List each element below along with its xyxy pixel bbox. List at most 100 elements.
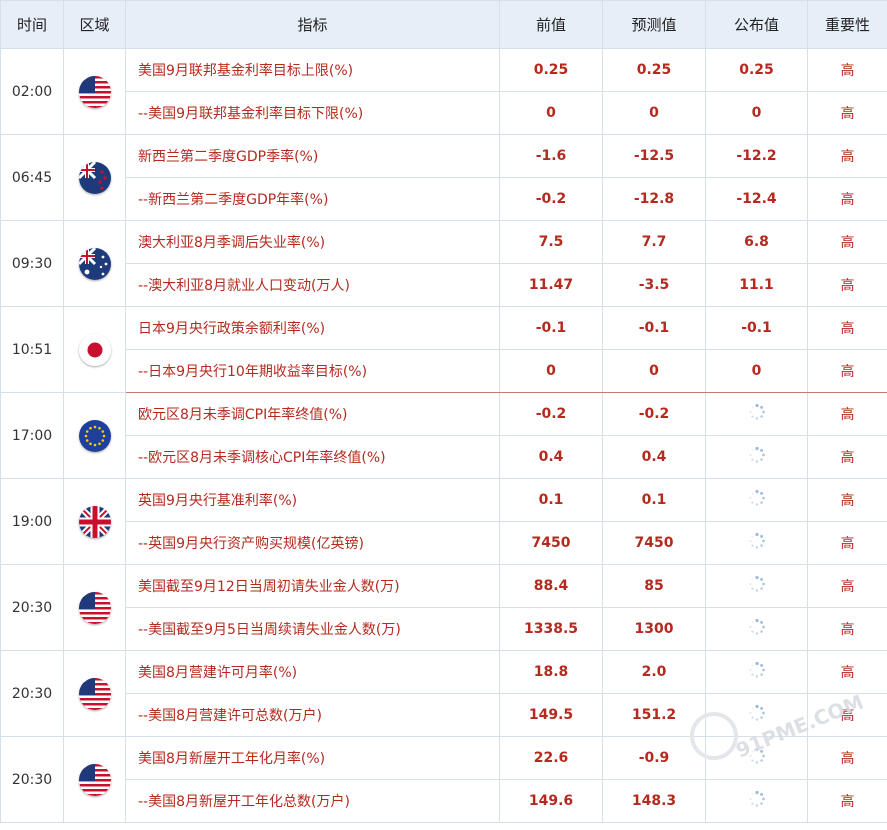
table-row[interactable]: 06:45 新西兰第二季度GDP季率(%) -1.6 -12.5 -12.2 高: [0, 134, 887, 221]
loading-spinner-icon: [748, 446, 766, 464]
indicator-name[interactable]: 美国8月新屋开工年化月率(%): [125, 736, 500, 780]
indicator-name[interactable]: 欧元区8月未季调CPI年率终值(%): [125, 392, 500, 436]
previous-value: 88.4: [499, 564, 603, 608]
loading-spinner-icon: [748, 704, 766, 722]
actual-value: [705, 779, 808, 823]
actual-value: [705, 607, 808, 651]
actual-value: 0: [705, 349, 808, 393]
actual-value: -12.2: [705, 134, 808, 178]
indicator-name[interactable]: --美国9月联邦基金利率目标下限(%): [125, 91, 500, 135]
actual-value: [705, 392, 808, 436]
actual-value: 11.1: [705, 263, 808, 307]
forecast-value: 7450: [602, 521, 706, 565]
table-row[interactable]: --日本9月央行10年期收益率目标(%) 0 0 0 高: [1, 349, 887, 393]
header-time: 时间: [0, 0, 64, 49]
indicator-name[interactable]: 日本9月央行政策余额利率(%): [125, 306, 500, 350]
event-time: 17:00: [0, 392, 64, 479]
importance-level: 高: [807, 650, 887, 694]
loading-spinner-icon: [748, 661, 766, 679]
indicator-name[interactable]: --新西兰第二季度GDP年率(%): [125, 177, 500, 221]
previous-value: 0: [499, 91, 603, 135]
actual-value: 0: [705, 91, 808, 135]
table-row[interactable]: --美国8月营建许可总数(万户) 149.5 151.2 高: [1, 693, 887, 737]
indicator-name[interactable]: 美国8月营建许可月率(%): [125, 650, 500, 694]
loading-spinner-icon: [748, 489, 766, 507]
forecast-value: -12.5: [602, 134, 706, 178]
indicator-name[interactable]: --日本9月央行10年期收益率目标(%): [125, 349, 500, 393]
table-row[interactable]: 20:30 美国8月营建许可月率(%) 18.8 2.0 高: [0, 650, 887, 737]
previous-value: 22.6: [499, 736, 603, 780]
table-row[interactable]: 20:30 美国截至9月12日当周初请失业金人数(万) 88.4 85 高: [0, 564, 887, 651]
us-flag-icon: [78, 75, 111, 108]
region-cell: [63, 564, 126, 651]
previous-value: 7.5: [499, 220, 603, 264]
forecast-value: 2.0: [602, 650, 706, 694]
actual-value: [705, 521, 808, 565]
importance-level: 高: [807, 177, 887, 221]
table-row[interactable]: --澳大利亚8月就业人口变动(万人) 11.47 -3.5 11.1 高: [1, 263, 887, 307]
indicator-name[interactable]: --美国截至9月5日当周续请失业金人数(万): [125, 607, 500, 651]
previous-value: 0.1: [499, 478, 603, 522]
forecast-value: 85: [602, 564, 706, 608]
event-time: 19:00: [0, 478, 64, 565]
indicator-name[interactable]: 澳大利亚8月季调后失业率(%): [125, 220, 500, 264]
table-row[interactable]: --美国9月联邦基金利率目标下限(%) 0 0 0 高: [1, 91, 887, 135]
table-row[interactable]: 10:51 日本9月央行政策余额利率(%) -0.1 -0.1 -0.1 高: [0, 306, 887, 393]
table-row[interactable]: --美国8月新屋开工年化总数(万户) 149.6 148.3 高: [1, 779, 887, 823]
forecast-value: -3.5: [602, 263, 706, 307]
actual-value: [705, 564, 808, 608]
importance-level: 高: [807, 91, 887, 135]
actual-value: 6.8: [705, 220, 808, 264]
loading-spinner-icon: [748, 790, 766, 808]
table-row[interactable]: --美国截至9月5日当周续请失业金人数(万) 1338.5 1300 高: [1, 607, 887, 651]
importance-level: 高: [807, 220, 887, 264]
table-row[interactable]: --欧元区8月未季调核心CPI年率终值(%) 0.4 0.4 高: [1, 435, 887, 479]
jp-flag-icon: [78, 333, 111, 366]
previous-value: 11.47: [499, 263, 603, 307]
previous-value: -1.6: [499, 134, 603, 178]
us-flag-icon: [78, 763, 111, 796]
table-row[interactable]: 09:30 澳大利亚8月季调后失业率(%) 7.5 7.7 6.8 高: [0, 220, 887, 307]
previous-value: 149.5: [499, 693, 603, 737]
indicator-name[interactable]: 美国9月联邦基金利率目标上限(%): [125, 48, 500, 92]
region-cell: [63, 306, 126, 393]
previous-value: -0.1: [499, 306, 603, 350]
region-cell: [63, 48, 126, 135]
importance-level: 高: [807, 349, 887, 393]
importance-level: 高: [807, 48, 887, 92]
table-row[interactable]: 19:00 英国9月央行基准利率(%) 0.1 0.1 高: [0, 478, 887, 565]
importance-level: 高: [807, 306, 887, 350]
importance-level: 高: [807, 478, 887, 522]
importance-level: 高: [807, 134, 887, 178]
table-row[interactable]: 02:00 美国9月联邦基金利率目标上限(%) 0.25 0.25 0.25 高: [0, 48, 887, 135]
header-importance: 重要性: [807, 0, 887, 49]
importance-level: 高: [807, 392, 887, 436]
previous-value: 0: [499, 349, 603, 393]
previous-value: -0.2: [499, 177, 603, 221]
forecast-value: -12.8: [602, 177, 706, 221]
forecast-value: 1300: [602, 607, 706, 651]
nz-flag-icon: [78, 161, 111, 194]
table-row[interactable]: 17:00 欧元区8月未季调CPI年率终值(%) -0.2 -0.2 高: [0, 392, 887, 479]
indicator-name[interactable]: 美国截至9月12日当周初请失业金人数(万): [125, 564, 500, 608]
importance-level: 高: [807, 564, 887, 608]
table-row[interactable]: --新西兰第二季度GDP年率(%) -0.2 -12.8 -12.4 高: [1, 177, 887, 221]
indicator-name[interactable]: --美国8月新屋开工年化总数(万户): [125, 779, 500, 823]
table-body: 02:00 美国9月联邦基金利率目标上限(%) 0.25 0.25 0.25 高 --美国9…: [0, 48, 887, 823]
forecast-value: -0.2: [602, 392, 706, 436]
indicator-name[interactable]: 新西兰第二季度GDP季率(%): [125, 134, 500, 178]
table-row[interactable]: --英国9月央行资产购买规模(亿英镑) 7450 7450 高: [1, 521, 887, 565]
indicator-name[interactable]: --欧元区8月未季调核心CPI年率终值(%): [125, 435, 500, 479]
loading-spinner-icon: [748, 575, 766, 593]
header-forecast: 预测值: [602, 0, 706, 49]
forecast-value: 0.25: [602, 48, 706, 92]
region-cell: [63, 478, 126, 565]
indicator-name[interactable]: --美国8月营建许可总数(万户): [125, 693, 500, 737]
indicator-name[interactable]: --英国9月央行资产购买规模(亿英镑): [125, 521, 500, 565]
indicator-name[interactable]: 英国9月央行基准利率(%): [125, 478, 500, 522]
watermark-logo-icon: [690, 712, 738, 760]
actual-value: -0.1: [705, 306, 808, 350]
previous-value: 149.6: [499, 779, 603, 823]
indicator-name[interactable]: --澳大利亚8月就业人口变动(万人): [125, 263, 500, 307]
region-cell: [63, 392, 126, 479]
